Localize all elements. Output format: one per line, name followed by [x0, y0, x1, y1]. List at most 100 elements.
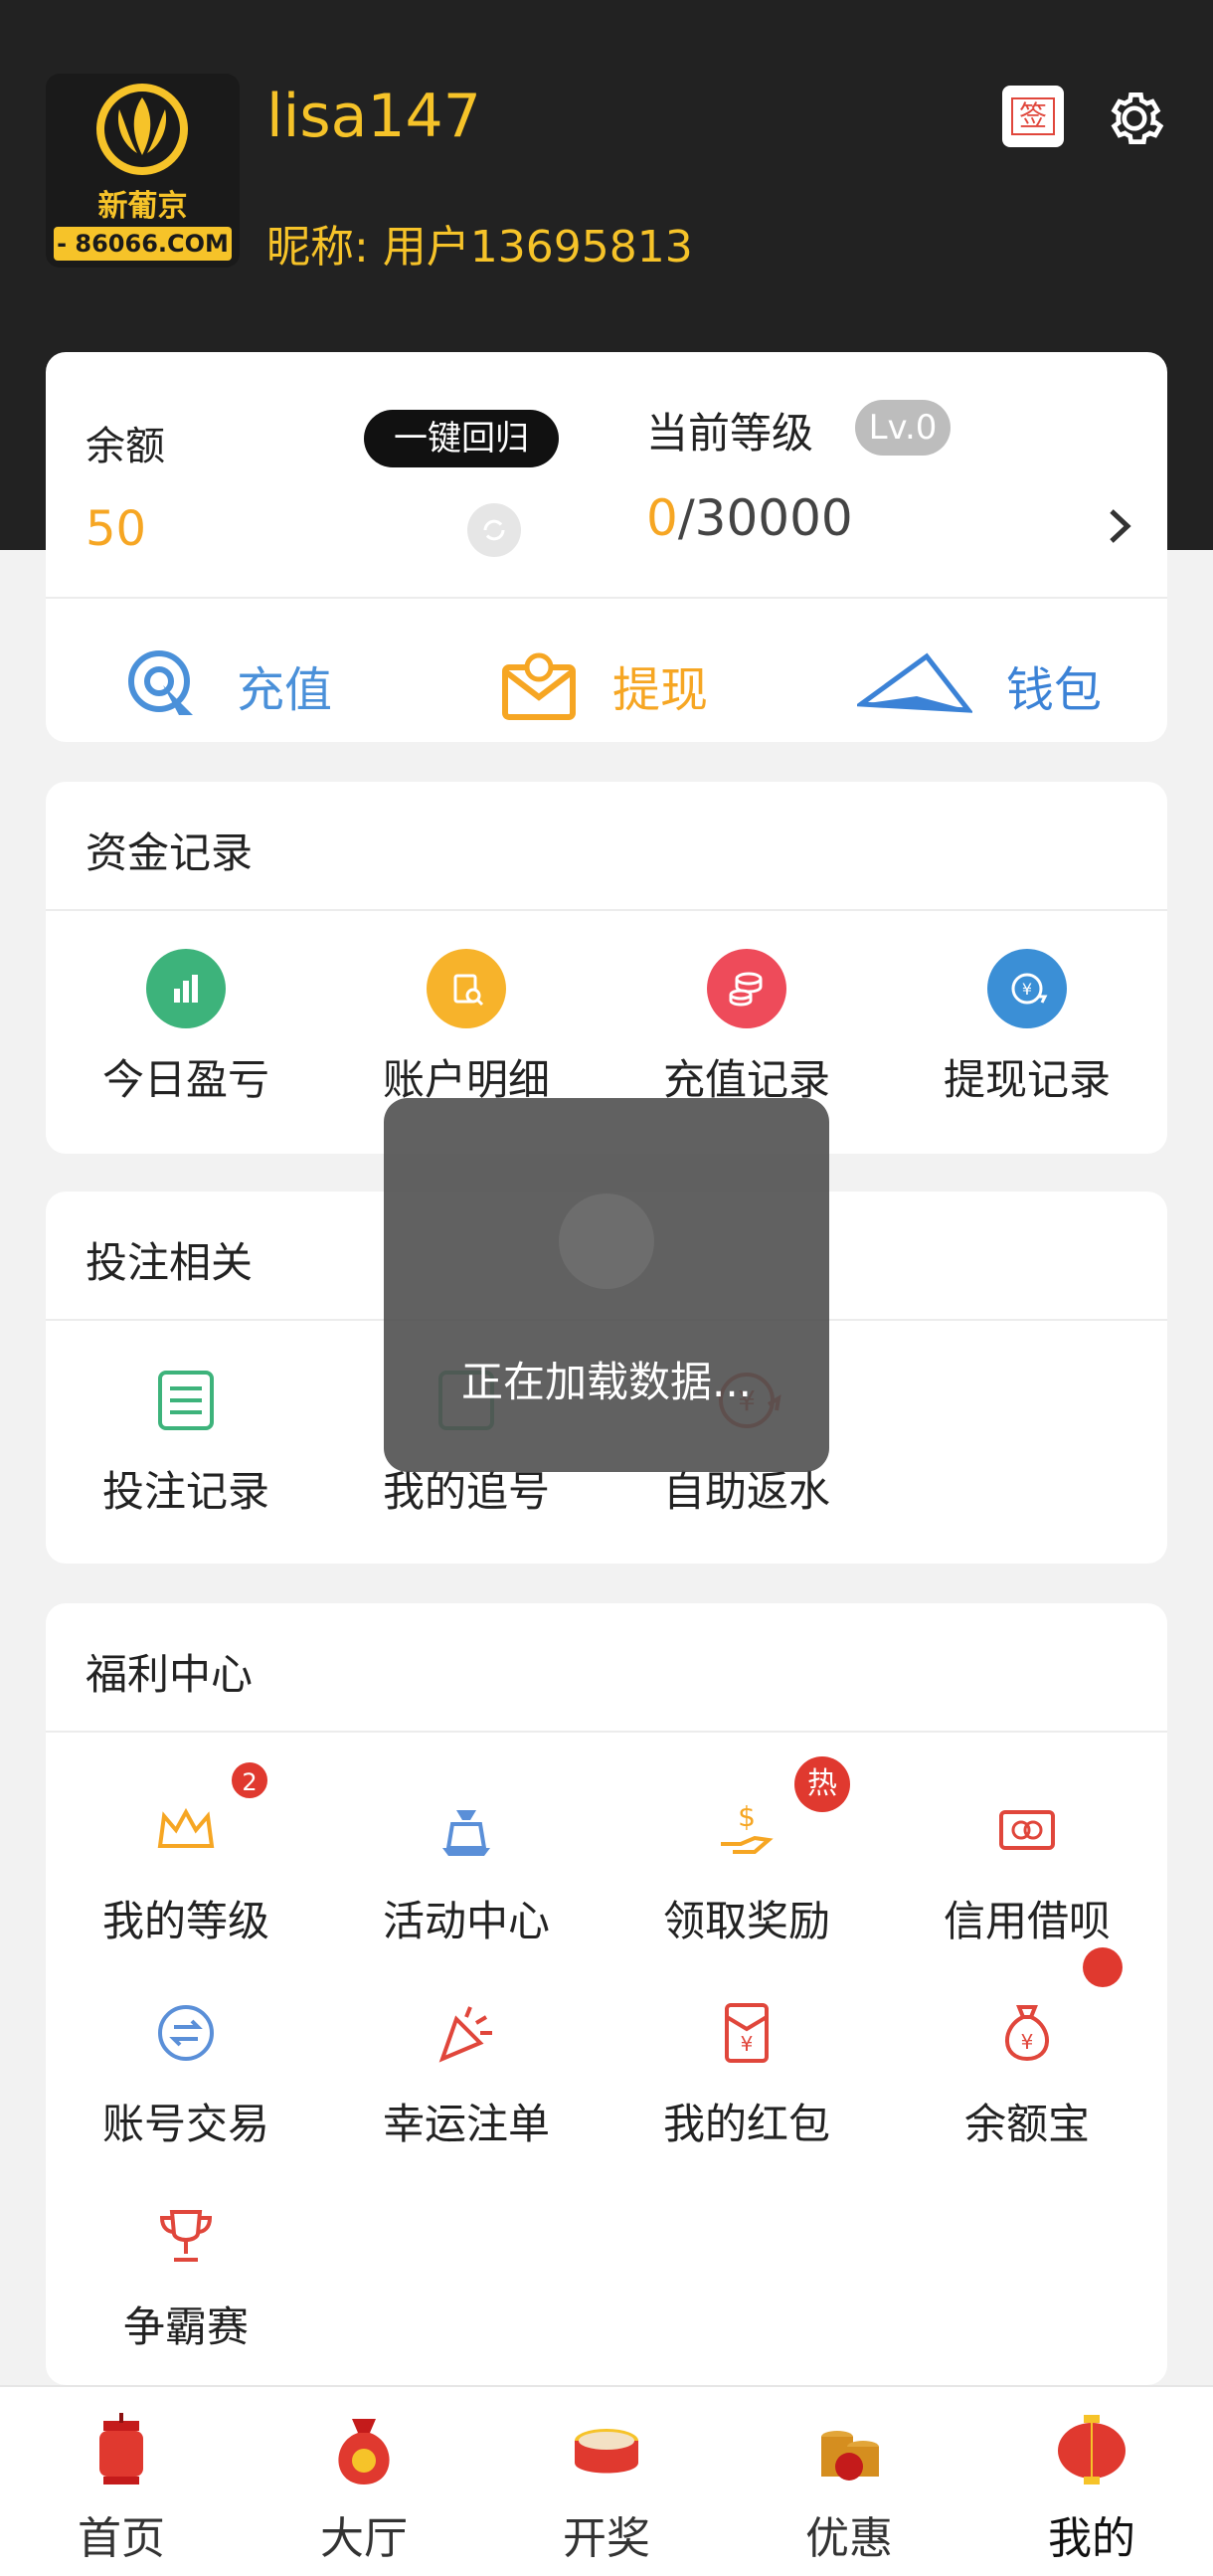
withdraw-label: 提现	[612, 662, 709, 718]
championship-label: 争霸赛	[122, 2302, 249, 2351]
withdraw-records-label: 提现记录	[943, 1055, 1111, 1104]
account-card: 余额 一键回归 50 当前等级 Lv.0 0/30000 充值 提现 钱包	[46, 352, 1167, 742]
level-progress: 0/30000	[646, 489, 853, 547]
trophy-icon	[159, 2210, 213, 2262]
lucky-bet-item[interactable]: 幸运注单	[326, 1993, 606, 2151]
red-envelope-icon: ¥	[725, 2003, 769, 2063]
notification-dot	[1083, 1947, 1123, 1987]
my-red-envelope-item[interactable]: ¥ 我的红包	[606, 1993, 887, 2151]
loading-overlay: 正在加载数据...	[384, 1098, 829, 1472]
wallet-label: 钱包	[1006, 662, 1103, 718]
chart-icon	[146, 949, 226, 1028]
account-details-item[interactable]: 账户明细	[326, 949, 606, 1107]
claim-reward-item[interactable]: $ 热 领取奖励	[606, 1756, 887, 1948]
level-current: 0	[646, 489, 678, 547]
wallet-icon	[857, 652, 972, 713]
lucky-bet-label: 幸运注单	[382, 2100, 550, 2148]
activity-center-label: 活动中心	[382, 1897, 550, 1945]
recharge-button[interactable]: 充值	[123, 631, 332, 740]
svg-text:¥: ¥	[1021, 2030, 1034, 2054]
tab-home-label: 首页	[78, 2513, 165, 2564]
exchange-icon	[158, 2005, 214, 2061]
bet-records-item[interactable]: 投注记录	[46, 1361, 326, 1519]
welfare-card: 福利中心 2 我的等级 活动中心 $ 热 领取奖励 信用借呗 账号交易 幸运注单…	[46, 1603, 1167, 2385]
my-red-envelope-label: 我的红包	[662, 2100, 830, 2148]
tab-draw[interactable]: 开奖	[507, 2407, 706, 2566]
svg-text:¥: ¥	[741, 2032, 754, 2056]
funds-divider	[46, 909, 1167, 911]
level-label: 当前等级	[646, 409, 814, 458]
today-profit-label: 今日盈亏	[101, 1055, 269, 1104]
sign-in-label: 签	[1010, 97, 1055, 135]
tab-home[interactable]: 首页	[22, 2407, 221, 2566]
svg-text:¥: ¥	[1022, 980, 1032, 999]
credit-loan-label: 信用借呗	[943, 1897, 1111, 1945]
lantern-icon	[99, 2413, 143, 2484]
tab-lobby[interactable]: 大厅	[264, 2407, 463, 2566]
refresh-balance-icon[interactable]	[467, 503, 521, 557]
nickname: 昵称: 用户13695813	[266, 222, 693, 273]
wallet-button[interactable]: 钱包	[857, 631, 1102, 740]
sign-in-button[interactable]: 签	[1002, 86, 1064, 147]
settings-gear-icon[interactable]	[1100, 84, 1169, 153]
username: lisa147	[266, 82, 481, 151]
coins-icon	[707, 949, 786, 1028]
money-bag-icon: ¥	[1005, 2005, 1049, 2062]
gift-bag-icon	[442, 1810, 490, 1856]
reward-hand-icon: $	[721, 1800, 774, 1854]
tab-draw-label: 开奖	[563, 2513, 650, 2564]
document-search-icon	[427, 949, 506, 1028]
withdraw-button[interactable]: 提现	[499, 631, 708, 740]
my-level-item[interactable]: 2 我的等级	[46, 1760, 326, 1948]
app-logo: 新葡京 - 86066.COM -	[46, 74, 240, 268]
bet-records-label: 投注记录	[101, 1467, 269, 1516]
logo-url: - 86066.COM -	[54, 227, 232, 268]
claim-reward-label: 领取奖励	[662, 1897, 830, 1945]
credit-loan-item[interactable]: 信用借呗	[887, 1790, 1167, 1948]
credit-card-icon	[999, 1810, 1055, 1850]
balance-label: 余额	[86, 424, 165, 469]
recharge-icon	[128, 650, 193, 715]
tab-promo-label: 优惠	[805, 2513, 893, 2564]
balance-treasure-label: 余额宝	[963, 2100, 1090, 2148]
tab-promo[interactable]: 优惠	[750, 2407, 949, 2566]
account-trade-label: 账号交易	[101, 2100, 269, 2148]
welfare-divider	[46, 1731, 1167, 1733]
betting-title: 投注相关	[86, 1238, 254, 1287]
red-lantern-icon	[1058, 2415, 1126, 2484]
fortune-bag-icon	[338, 2419, 390, 2484]
my-level-label: 我的等级	[101, 1897, 269, 1945]
recharge-label: 充值	[237, 662, 333, 718]
tab-mine[interactable]: 我的	[992, 2407, 1191, 2566]
loading-text: 正在加载数据...	[460, 1358, 753, 1406]
withdraw-records-item[interactable]: ¥ 提现记录	[887, 949, 1167, 1107]
withdraw-icon	[502, 652, 576, 720]
balance-treasure-item[interactable]: ¥ 余额宝	[887, 1947, 1167, 2151]
championship-item[interactable]: 争霸赛	[46, 2196, 326, 2354]
chevron-right-icon[interactable]	[1100, 501, 1139, 551]
logo-text: 新葡京	[97, 189, 188, 224]
level-count-badge: 2	[230, 1760, 269, 1800]
activity-center-item[interactable]: 活动中心	[326, 1790, 606, 1948]
card-divider	[46, 597, 1167, 599]
level-badge: Lv.0	[855, 400, 951, 456]
loading-spinner-icon	[559, 1194, 654, 1289]
account-trade-item[interactable]: 账号交易	[46, 1993, 326, 2151]
balance-value: 50	[86, 501, 147, 557]
tab-mine-label: 我的	[1048, 2513, 1135, 2564]
welfare-title: 福利中心	[86, 1650, 254, 1699]
tab-lobby-label: 大厅	[320, 2513, 408, 2564]
today-profit-item[interactable]: 今日盈亏	[46, 949, 326, 1107]
crown-icon	[157, 1807, 215, 1848]
recharge-records-item[interactable]: 充值记录	[606, 949, 887, 1107]
bottom-tab-bar: 首页 大厅 开奖 优惠 我的	[0, 2385, 1213, 2576]
list-icon	[158, 1371, 214, 1430]
level-target: /30000	[677, 489, 853, 547]
party-popper-icon	[438, 2006, 492, 2063]
logo-emblem-icon	[96, 84, 188, 175]
one-key-return-button[interactable]: 一键回归	[364, 410, 559, 467]
svg-text:$: $	[738, 1800, 756, 1833]
funds-title: 资金记录	[86, 828, 254, 877]
coin-stack-icon	[821, 2431, 879, 2481]
hot-badge: 热	[794, 1756, 850, 1812]
